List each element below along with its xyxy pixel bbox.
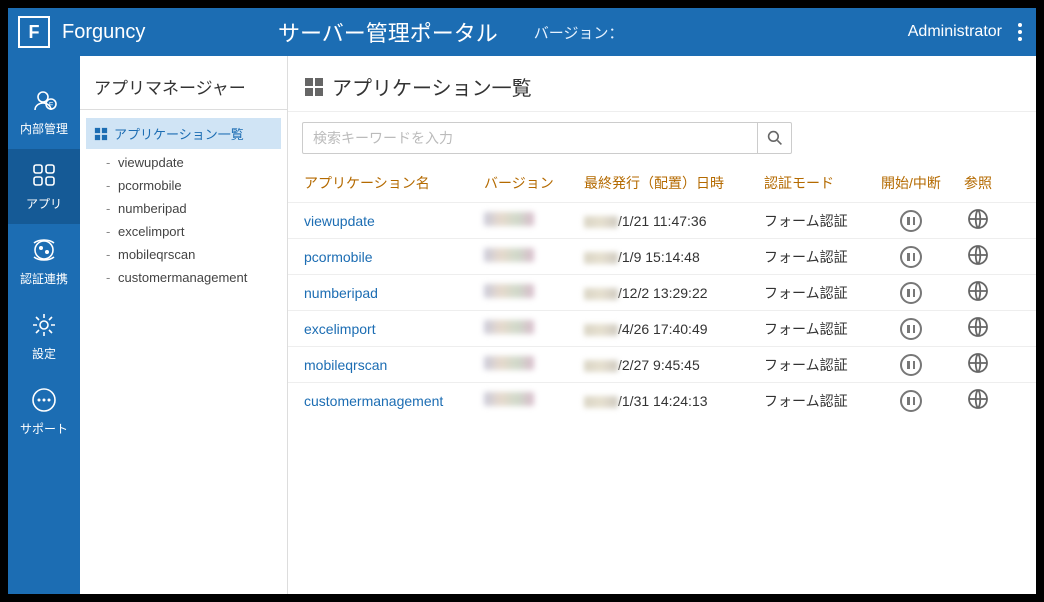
search-icon xyxy=(767,130,783,146)
auth-mode: フォーム認証 xyxy=(764,211,874,231)
pause-button[interactable] xyxy=(900,390,922,412)
date-prefix-redacted xyxy=(584,252,618,264)
version-label: バージョン： xyxy=(534,22,624,43)
col-header-view: 参照 xyxy=(948,173,1008,193)
table-row: excelimport/4/26 17:40:49 フォーム認証 xyxy=(288,310,1036,346)
table-row: viewupdate/1/21 11:47:36 フォーム認証 xyxy=(288,202,1036,238)
version-redacted xyxy=(484,356,534,370)
tiles-icon xyxy=(304,77,324,97)
search-box xyxy=(302,122,792,154)
auth-mode: フォーム認証 xyxy=(764,247,874,267)
tiles-icon xyxy=(94,127,108,141)
col-header-version: バージョン xyxy=(484,173,584,193)
view-button[interactable] xyxy=(967,388,989,410)
auth-mode: フォーム認証 xyxy=(764,319,874,339)
view-button[interactable] xyxy=(967,352,989,374)
tree-child-excelimport[interactable]: excelimport xyxy=(80,220,287,243)
table-row: mobileqrscan/2/27 9:45:45 フォーム認証 xyxy=(288,346,1036,382)
search-input[interactable] xyxy=(303,130,757,146)
col-header-auth: 認証モード xyxy=(764,173,874,193)
tree-root-apps[interactable]: アプリケーション一覧 xyxy=(86,118,281,149)
version-redacted xyxy=(484,392,534,406)
rail-auth[interactable]: 認証連携 xyxy=(8,224,80,299)
product-name: Forguncy xyxy=(62,21,145,44)
globe-icon xyxy=(967,388,989,410)
globe-icon xyxy=(967,352,989,374)
tree-child-customermanagement[interactable]: customermanagement xyxy=(80,266,287,289)
pause-button[interactable] xyxy=(900,282,922,304)
date-suffix: /1/9 15:14:48 xyxy=(618,249,700,265)
auth-link-icon xyxy=(30,236,58,264)
ellipsis-circle-icon xyxy=(30,386,58,414)
apps-table: アプリケーション名 バージョン 最終発行（配置）日時 認証モード 開始/中断 参… xyxy=(288,164,1036,418)
tree-child-viewupdate[interactable]: viewupdate xyxy=(80,151,287,174)
page-title: アプリケーション一覧 xyxy=(332,72,532,101)
globe-icon xyxy=(967,316,989,338)
version-redacted xyxy=(484,248,534,262)
col-header-start: 開始/中断 xyxy=(874,173,948,193)
col-header-date: 最終発行（配置）日時 xyxy=(584,173,764,193)
date-suffix: /1/21 11:47:36 xyxy=(618,213,706,229)
pause-button[interactable] xyxy=(900,210,922,232)
date-prefix-redacted xyxy=(584,360,618,372)
logo-icon: F xyxy=(18,16,50,48)
date-prefix-redacted xyxy=(584,288,618,300)
rail-support[interactable]: サポート xyxy=(8,374,80,449)
auth-mode: フォーム認証 xyxy=(764,283,874,303)
svg-text:F: F xyxy=(49,102,53,109)
table-row: numberipad/12/2 13:29:22 フォーム認証 xyxy=(288,274,1036,310)
auth-mode: フォーム認証 xyxy=(764,355,874,375)
tree-child-mobileqrscan[interactable]: mobileqrscan xyxy=(80,243,287,266)
app-name-link[interactable]: excelimport xyxy=(304,321,376,337)
rail-internal[interactable]: F 内部管理 xyxy=(8,74,80,149)
app-name-link[interactable]: mobileqrscan xyxy=(304,357,387,373)
user-name[interactable]: Administrator xyxy=(908,23,1002,41)
apps-grid-icon xyxy=(30,161,58,189)
rail-apps[interactable]: アプリ xyxy=(8,149,80,224)
view-button[interactable] xyxy=(967,244,989,266)
rail-settings[interactable]: 設定 xyxy=(8,299,80,374)
portal-title: サーバー管理ポータル xyxy=(278,16,498,48)
date-prefix-redacted xyxy=(584,216,618,228)
nav-rail: F 内部管理 アプリ 認証連携 設定 xyxy=(8,56,80,594)
more-menu-icon[interactable] xyxy=(1018,23,1022,41)
version-redacted xyxy=(484,284,534,298)
version-redacted xyxy=(484,320,534,334)
search-button[interactable] xyxy=(757,123,791,153)
pause-button[interactable] xyxy=(900,354,922,376)
globe-icon xyxy=(967,280,989,302)
view-button[interactable] xyxy=(967,208,989,230)
pause-button[interactable] xyxy=(900,246,922,268)
user-badge-icon: F xyxy=(30,86,58,114)
pause-button[interactable] xyxy=(900,318,922,340)
date-prefix-redacted xyxy=(584,396,618,408)
leftpane-title: アプリマネージャー xyxy=(80,74,287,110)
date-prefix-redacted xyxy=(584,324,618,336)
table-row: pcormobile/1/9 15:14:48 フォーム認証 xyxy=(288,238,1036,274)
app-name-link[interactable]: viewupdate xyxy=(304,213,375,229)
auth-mode: フォーム認証 xyxy=(764,391,874,411)
view-button[interactable] xyxy=(967,316,989,338)
globe-icon xyxy=(967,244,989,266)
gear-icon xyxy=(30,311,58,339)
tree-child-numberipad[interactable]: numberipad xyxy=(80,197,287,220)
version-redacted xyxy=(484,212,534,226)
tree-child-pcormobile[interactable]: pcormobile xyxy=(80,174,287,197)
date-suffix: /4/26 17:40:49 xyxy=(618,321,708,337)
col-header-name: アプリケーション名 xyxy=(304,173,484,193)
app-name-link[interactable]: numberipad xyxy=(304,285,378,301)
date-suffix: /2/27 9:45:45 xyxy=(618,357,700,373)
date-suffix: /1/31 14:24:13 xyxy=(618,393,708,409)
view-button[interactable] xyxy=(967,280,989,302)
app-name-link[interactable]: customermanagement xyxy=(304,393,443,409)
globe-icon xyxy=(967,208,989,230)
app-name-link[interactable]: pcormobile xyxy=(304,249,372,265)
table-row: customermanagement/1/31 14:24:13 フォーム認証 xyxy=(288,382,1036,418)
date-suffix: /12/2 13:29:22 xyxy=(618,285,708,301)
app-manager-tree: アプリマネージャー アプリケーション一覧 viewupdatepcormobil… xyxy=(80,56,288,594)
